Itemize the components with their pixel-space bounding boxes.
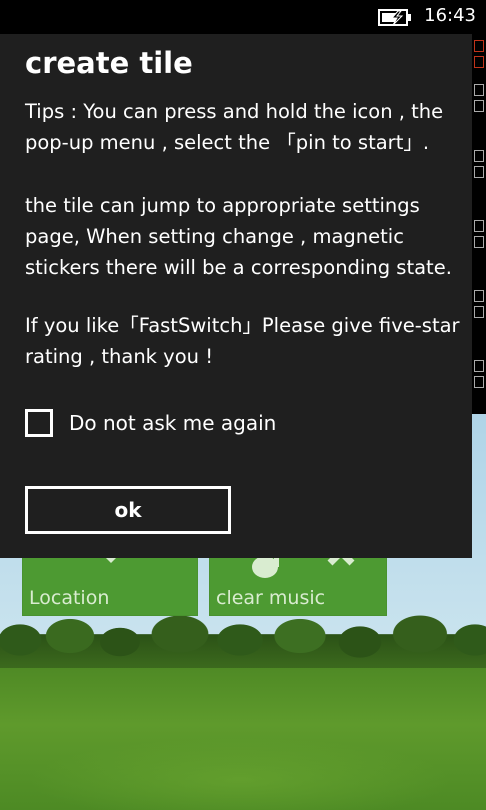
- dialog-info-paragraph: the tile can jump to appropriate setting…: [25, 194, 452, 279]
- ok-button[interactable]: ok: [25, 486, 231, 534]
- tile-location-label: Location: [29, 587, 110, 609]
- edge-mark: [474, 306, 484, 318]
- edge-mark: [474, 40, 484, 52]
- edge-mark: [474, 376, 484, 388]
- do-not-ask-checkbox[interactable]: [25, 409, 53, 437]
- status-bar: 16:43: [0, 0, 486, 34]
- status-clock: 16:43: [424, 5, 476, 26]
- create-tile-dialog: create tile Tips : You can press and hol…: [0, 34, 472, 558]
- edge-mark: [474, 290, 484, 302]
- tile-clear-music-label: clear music: [216, 587, 326, 609]
- battery-charging-icon: [378, 9, 411, 26]
- edge-mark: [474, 166, 484, 178]
- wallpaper-field-highlight: [0, 700, 486, 810]
- do-not-ask-label[interactable]: Do not ask me again: [69, 411, 276, 435]
- dialog-rating-paragraph: If you like「FastSwitch」Please give five-…: [25, 314, 460, 368]
- edge-mark: [474, 360, 484, 372]
- edge-mark: [474, 150, 484, 162]
- edge-mark: [474, 84, 484, 96]
- edge-mark: [474, 236, 484, 248]
- edge-mark: [474, 56, 484, 68]
- edge-mark: [474, 220, 484, 232]
- dialog-tip-paragraph: Tips : You can press and hold the icon ,…: [25, 100, 444, 154]
- edge-mark: [474, 100, 484, 112]
- do-not-ask-row[interactable]: Do not ask me again: [25, 406, 276, 440]
- dialog-title: create tile: [25, 46, 193, 80]
